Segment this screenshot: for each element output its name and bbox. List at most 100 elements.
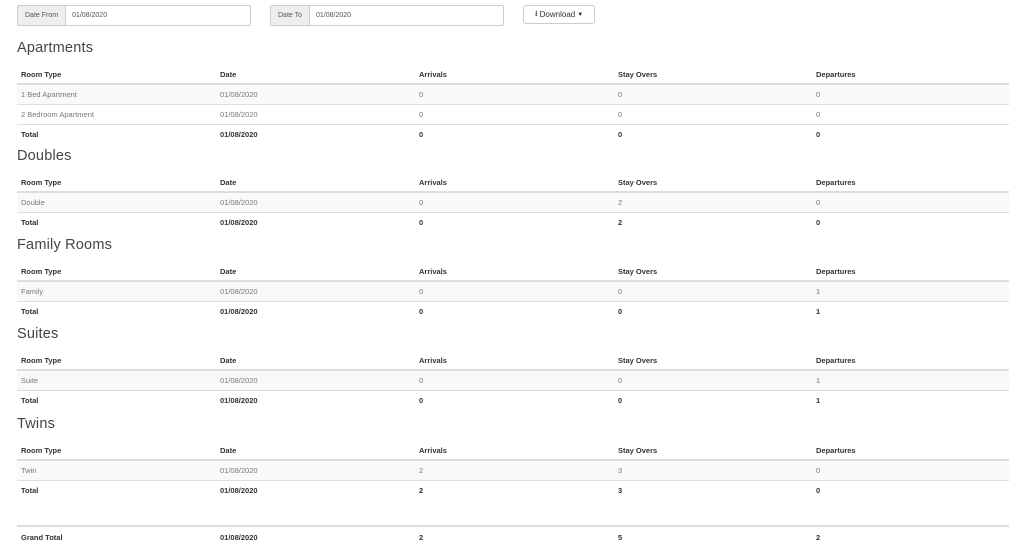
cell-date: 01/08/2020 <box>216 369 415 391</box>
column-header-room-type: Room Type <box>17 65 216 85</box>
column-header-arrivals: Arrivals <box>415 351 614 371</box>
total-stay-overs: 3 <box>614 480 812 500</box>
cell-room-type: Suite <box>17 369 216 391</box>
column-header-date: Date <box>216 173 415 193</box>
cell-arrivals: 0 <box>415 191 614 213</box>
table-row: Family 01/08/2020 0 0 1 <box>17 280 1009 302</box>
total-arrivals: 2 <box>415 480 614 500</box>
room-type-table: Room Type Date Arrivals Stay Overs Departure… <box>17 262 1009 321</box>
grand-total-row: Grand Total 01/08/2020 2 5 2 <box>17 525 1009 547</box>
grand-total-table: Grand Total 01/08/2020 2 5 2 <box>17 525 1009 547</box>
cell-stay-overs: 0 <box>614 369 812 391</box>
column-header-departures: Departures <box>812 441 1009 461</box>
room-type-table: Room Type Date Arrivals Stay Overs Departure… <box>17 65 1009 144</box>
table-row: Double 01/08/2020 0 2 0 <box>17 191 1009 213</box>
date-to-field[interactable]: Date To 01/08/2020 <box>270 5 504 26</box>
cell-stay-overs: 0 <box>614 280 812 302</box>
column-header-arrivals: Arrivals <box>415 441 614 461</box>
cell-arrivals: 0 <box>415 83 614 105</box>
total-room-type: Total <box>17 390 216 410</box>
total-stay-overs: 0 <box>614 301 812 321</box>
total-arrivals: 0 <box>415 390 614 410</box>
cell-date: 01/08/2020 <box>216 83 415 105</box>
section-title: Twins <box>17 416 56 432</box>
column-header-departures: Departures <box>812 262 1009 282</box>
cell-stay-overs: 0 <box>614 104 812 125</box>
column-header-arrivals: Arrivals <box>415 65 614 85</box>
cell-departures: 0 <box>812 104 1009 125</box>
column-header-arrivals: Arrivals <box>415 262 614 282</box>
cell-stay-overs: 0 <box>614 83 812 105</box>
total-room-type: Total <box>17 301 216 321</box>
total-stay-overs: 2 <box>614 212 812 232</box>
column-header-departures: Departures <box>812 351 1009 371</box>
column-header-date: Date <box>216 441 415 461</box>
date-from-input[interactable]: 01/08/2020 <box>66 6 113 25</box>
table-header-row: Room Type Date Arrivals Stay Overs Departure… <box>17 441 1009 461</box>
download-icon: ⭳ <box>534 8 538 18</box>
grand-total-arrivals: 2 <box>415 525 614 547</box>
total-stay-overs: 0 <box>614 124 812 144</box>
filter-bar: Date From 01/08/2020 Date To 01/08/2020 … <box>17 5 1017 26</box>
total-departures: 1 <box>812 301 1009 321</box>
total-departures: 0 <box>812 480 1009 500</box>
cell-stay-overs: 2 <box>614 191 812 213</box>
cell-room-type: Double <box>17 191 216 213</box>
column-header-departures: Departures <box>812 173 1009 193</box>
total-arrivals: 0 <box>415 301 614 321</box>
cell-date: 01/08/2020 <box>216 104 415 125</box>
total-date: 01/08/2020 <box>216 124 415 144</box>
column-header-date: Date <box>216 351 415 371</box>
table-header-row: Room Type Date Arrivals Stay Overs Departure… <box>17 173 1009 193</box>
table-header-row: Room Type Date Arrivals Stay Overs Departure… <box>17 351 1009 371</box>
cell-room-type: Family <box>17 280 216 302</box>
total-room-type: Total <box>17 124 216 144</box>
cell-departures: 1 <box>812 280 1009 302</box>
cell-stay-overs: 3 <box>614 459 812 481</box>
total-row: Total 01/08/2020 2 3 0 <box>17 480 1009 500</box>
date-to-input[interactable]: 01/08/2020 <box>310 6 357 25</box>
cell-date: 01/08/2020 <box>216 280 415 302</box>
section-title: Suites <box>17 326 59 342</box>
column-header-date: Date <box>216 65 415 85</box>
table-header-row: Room Type Date Arrivals Stay Overs Departure… <box>17 65 1009 85</box>
total-arrivals: 0 <box>415 212 614 232</box>
total-departures: 1 <box>812 390 1009 410</box>
caret-down-icon: ▼ <box>577 11 584 18</box>
room-type-table: Room Type Date Arrivals Stay Overs Departure… <box>17 173 1009 232</box>
cell-room-type: 2 Bedroom Apartment <box>17 104 216 125</box>
cell-date: 01/08/2020 <box>216 459 415 481</box>
total-departures: 0 <box>812 212 1009 232</box>
table-row: Twin 01/08/2020 2 3 0 <box>17 459 1009 481</box>
date-from-field[interactable]: Date From 01/08/2020 <box>17 5 251 26</box>
total-date: 01/08/2020 <box>216 301 415 321</box>
cell-room-type: Twin <box>17 459 216 481</box>
cell-room-type: 1 Bed Apartment <box>17 83 216 105</box>
total-date: 01/08/2020 <box>216 212 415 232</box>
grand-total-stay-overs: 5 <box>614 525 812 547</box>
download-button[interactable]: ⭳ Download ▼ <box>523 5 595 24</box>
column-header-room-type: Room Type <box>17 351 216 371</box>
total-row: Total 01/08/2020 0 0 1 <box>17 301 1009 321</box>
column-header-room-type: Room Type <box>17 262 216 282</box>
download-label: Download <box>539 10 576 19</box>
column-header-departures: Departures <box>812 65 1009 85</box>
total-departures: 0 <box>812 124 1009 144</box>
cell-arrivals: 2 <box>415 459 614 481</box>
cell-departures: 0 <box>812 459 1009 481</box>
column-header-stay-overs: Stay Overs <box>614 441 812 461</box>
section-title: Apartments <box>17 40 94 56</box>
column-header-room-type: Room Type <box>17 441 216 461</box>
total-room-type: Total <box>17 480 216 500</box>
column-header-stay-overs: Stay Overs <box>614 173 812 193</box>
cell-arrivals: 0 <box>415 369 614 391</box>
cell-departures: 1 <box>812 369 1009 391</box>
total-date: 01/08/2020 <box>216 390 415 410</box>
grand-total-departures: 2 <box>812 525 1009 547</box>
date-from-label: Date From <box>18 6 67 25</box>
cell-departures: 0 <box>812 191 1009 213</box>
total-row: Total 01/08/2020 0 0 0 <box>17 124 1009 144</box>
table-row: Suite 01/08/2020 0 0 1 <box>17 369 1009 391</box>
section-title: Doubles <box>17 148 72 164</box>
column-header-stay-overs: Stay Overs <box>614 262 812 282</box>
